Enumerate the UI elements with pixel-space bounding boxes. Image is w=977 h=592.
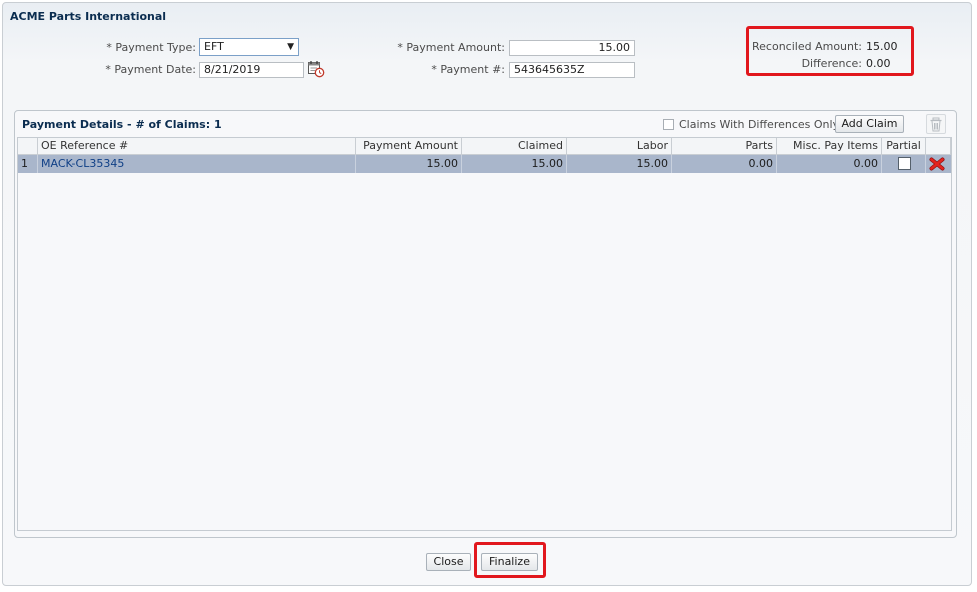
column-header-parts[interactable]: Parts: [672, 138, 777, 155]
column-header-oe-reference[interactable]: OE Reference #: [38, 138, 356, 155]
payment-date-label: * Payment Date:: [105, 63, 196, 76]
calendar-clock-icon[interactable]: [307, 60, 325, 78]
table-row[interactable]: 1 MACK-CL35345 15.00 15.00 15.00 0.00 0.…: [18, 155, 951, 173]
payment-type-label: * Payment Type:: [106, 41, 196, 54]
finalize-button[interactable]: Finalize: [481, 553, 538, 571]
claimed-cell: 15.00: [462, 155, 567, 173]
payment-amount-field[interactable]: 15.00: [509, 40, 635, 56]
differences-only-checkbox[interactable]: [663, 119, 674, 130]
payment-number-label: * Payment #:: [431, 63, 505, 76]
column-header-actions: [926, 138, 951, 155]
difference-label: Difference:: [801, 57, 862, 70]
column-header-payment-amount[interactable]: Payment Amount: [356, 138, 462, 155]
payment-date-field[interactable]: 8/21/2019: [199, 62, 304, 78]
reconciled-amount-label: Reconciled Amount:: [752, 40, 863, 53]
row-number: 1: [18, 155, 38, 173]
difference-value: 0.00: [866, 57, 891, 70]
partial-cell: [882, 155, 926, 173]
chevron-down-icon: ▼: [287, 42, 294, 52]
payment-type-select[interactable]: EFT ▼: [199, 38, 299, 56]
close-button[interactable]: Close: [426, 553, 471, 571]
differences-only-label: Claims With Differences Only: [679, 118, 840, 131]
column-header-misc-pay-items[interactable]: Misc. Pay Items: [777, 138, 882, 155]
payment-details-title: Payment Details - # of Claims: 1: [22, 118, 222, 131]
partial-checkbox[interactable]: [898, 157, 911, 170]
payment-amount-cell[interactable]: 15.00: [356, 155, 462, 173]
trash-icon[interactable]: [926, 114, 946, 134]
parts-cell[interactable]: 0.00: [672, 155, 777, 173]
delete-row-icon[interactable]: [929, 156, 945, 172]
oe-reference-link[interactable]: MACK-CL35345: [38, 155, 356, 173]
reconciled-amount-value: 15.00: [866, 40, 898, 53]
column-header-row-number: [18, 138, 38, 155]
misc-pay-items-cell[interactable]: 0.00: [777, 155, 882, 173]
add-claim-button[interactable]: Add Claim: [835, 115, 904, 133]
column-header-claimed[interactable]: Claimed: [462, 138, 567, 155]
payment-amount-label: * Payment Amount:: [397, 41, 505, 54]
payment-type-value: EFT: [204, 40, 224, 53]
payment-number-field[interactable]: 543645635Z: [509, 62, 635, 78]
claims-grid: OE Reference # Payment Amount Claimed La…: [17, 137, 952, 531]
column-header-labor[interactable]: Labor: [567, 138, 672, 155]
dialog-title: ACME Parts International: [10, 10, 167, 23]
labor-cell[interactable]: 15.00: [567, 155, 672, 173]
column-header-partial[interactable]: Partial: [882, 138, 926, 155]
